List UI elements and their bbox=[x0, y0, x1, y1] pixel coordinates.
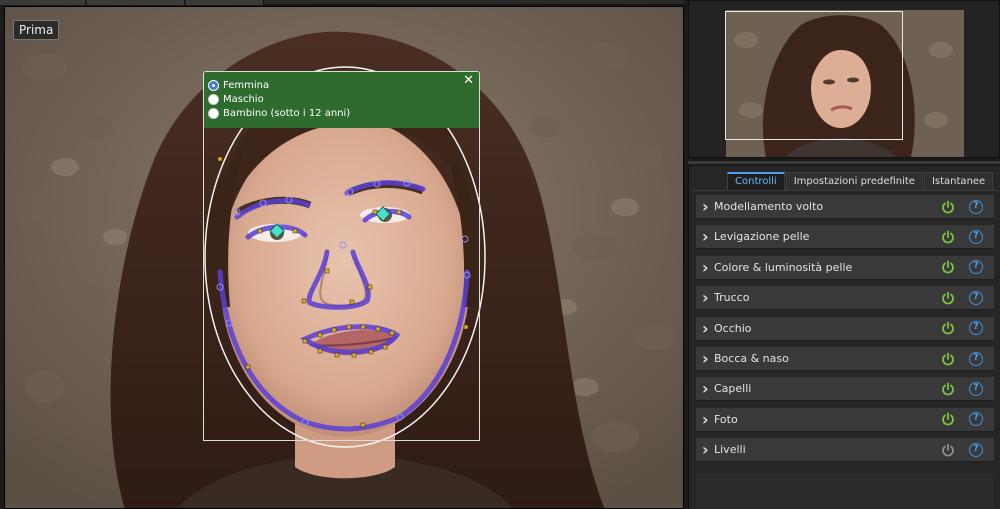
control-row-label: Bocca & naso bbox=[714, 352, 789, 365]
chevron-right-icon[interactable]: › bbox=[702, 440, 714, 459]
tab-underline bbox=[693, 190, 999, 191]
chevron-right-icon[interactable]: › bbox=[702, 379, 714, 398]
navigator-view-frame[interactable] bbox=[725, 11, 903, 140]
control-row-layers[interactable]: › Livelli? bbox=[696, 438, 994, 463]
tab-controls[interactable]: Controlli bbox=[727, 172, 785, 190]
chevron-right-icon[interactable]: › bbox=[702, 410, 714, 429]
power-icon[interactable] bbox=[941, 352, 955, 366]
control-row-skin-tone[interactable]: › Colore & luminosità pelle? bbox=[696, 255, 994, 280]
control-row-skin-smoothing[interactable]: › Levigazione pelle? bbox=[696, 225, 994, 250]
document-tab[interactable] bbox=[87, 0, 185, 5]
help-icon[interactable]: ? bbox=[969, 229, 983, 244]
control-row-face-sculpting[interactable]: › Modellamento volto? bbox=[696, 195, 994, 219]
before-toggle-button[interactable]: Prima bbox=[13, 20, 60, 40]
controls-panel: Controlli Impostazioni predefinite Istan… bbox=[688, 166, 1000, 509]
radio-label: Maschio bbox=[223, 93, 264, 105]
control-row-hair[interactable]: › Capelli? bbox=[696, 377, 994, 402]
help-icon[interactable]: ? bbox=[969, 351, 983, 366]
control-row-label: Livelli bbox=[714, 443, 746, 457]
chevron-right-icon[interactable]: › bbox=[702, 349, 714, 368]
document-tab-strip bbox=[0, 0, 684, 5]
power-icon[interactable] bbox=[941, 382, 955, 396]
control-row-label: Capelli bbox=[714, 382, 752, 396]
close-icon[interactable]: ✕ bbox=[463, 73, 474, 88]
chevron-right-icon[interactable]: › bbox=[702, 288, 714, 307]
app-window: Prima Femmina Maschio Bambino (sotto i 1… bbox=[0, 0, 1000, 509]
control-row-label: Colore & luminosità pelle bbox=[714, 260, 853, 274]
control-row-photo[interactable]: › Foto? bbox=[696, 407, 994, 432]
chevron-right-icon[interactable]: › bbox=[702, 258, 714, 277]
control-row-label: Foto bbox=[714, 412, 738, 426]
control-row-label: Trucco bbox=[714, 291, 750, 305]
help-icon[interactable]: ? bbox=[969, 321, 983, 336]
document-tab[interactable] bbox=[186, 0, 264, 5]
control-row-mouth-nose[interactable]: › Bocca & naso? bbox=[696, 347, 994, 371]
chevron-right-icon[interactable]: › bbox=[702, 319, 714, 338]
control-row-label: Levigazione pelle bbox=[714, 230, 810, 244]
gender-selector-panel: Femmina Maschio Bambino (sotto i 12 anni… bbox=[203, 71, 480, 128]
tab-snapshots[interactable]: Istantanee bbox=[923, 172, 994, 190]
panel-footer bbox=[696, 474, 994, 508]
power-icon[interactable] bbox=[941, 412, 955, 426]
power-icon[interactable] bbox=[941, 291, 955, 305]
help-icon[interactable]: ? bbox=[969, 260, 983, 275]
help-icon[interactable]: ? bbox=[969, 442, 983, 457]
power-icon[interactable] bbox=[941, 260, 955, 274]
panel-tabs: Controlli Impostazioni predefinite Istan… bbox=[727, 172, 994, 190]
power-icon[interactable] bbox=[941, 443, 955, 457]
document-tab[interactable] bbox=[0, 0, 86, 5]
face-detection-box[interactable] bbox=[203, 128, 480, 441]
radio-option-female[interactable]: Femmina bbox=[208, 78, 269, 92]
radio-button[interactable] bbox=[208, 107, 219, 119]
radio-option-male[interactable]: Maschio bbox=[208, 92, 264, 106]
control-row-label: Modellamento volto bbox=[714, 200, 824, 213]
tab-presets[interactable]: Impostazioni predefinite bbox=[785, 172, 923, 190]
chevron-right-icon[interactable]: › bbox=[702, 227, 714, 246]
radio-label: Bambino (sotto i 12 anni) bbox=[223, 107, 351, 119]
power-icon[interactable] bbox=[941, 200, 955, 214]
radio-button[interactable] bbox=[208, 79, 219, 91]
help-icon[interactable]: ? bbox=[969, 412, 983, 427]
radio-label: Femmina bbox=[223, 79, 270, 91]
chevron-right-icon[interactable]: › bbox=[702, 197, 714, 216]
radio-option-child[interactable]: Bambino (sotto i 12 anni) bbox=[208, 106, 350, 120]
control-row-eye[interactable]: › Occhio? bbox=[696, 316, 994, 341]
power-icon[interactable] bbox=[941, 230, 955, 244]
help-icon[interactable]: ? bbox=[969, 199, 983, 214]
panel-divider[interactable] bbox=[688, 161, 1000, 164]
control-row-label: Occhio bbox=[714, 321, 752, 335]
help-icon[interactable]: ? bbox=[969, 381, 983, 396]
help-icon[interactable]: ? bbox=[969, 290, 983, 305]
radio-button[interactable] bbox=[208, 93, 219, 105]
power-icon[interactable] bbox=[941, 321, 955, 335]
control-row-makeup[interactable]: › Trucco? bbox=[696, 286, 994, 311]
